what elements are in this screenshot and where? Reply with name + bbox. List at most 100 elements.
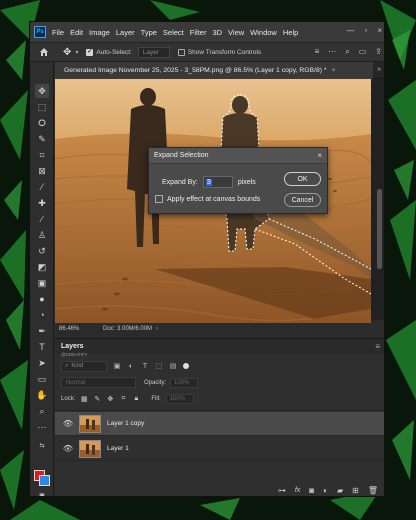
pixel-filter-icon[interactable]: ▣ [113, 362, 121, 370]
maximize-icon[interactable]: ▫ [364, 26, 367, 35]
options-bar: ✥ ▾ Auto-Select: Layer Show Transform Co… [30, 42, 384, 62]
background-color-swatch[interactable] [39, 475, 50, 486]
visibility-eye-icon[interactable]: 👁︎ [60, 444, 76, 453]
type-tool-icon[interactable]: T [35, 340, 49, 354]
search-icon[interactable]: ⌕ [345, 47, 349, 57]
crop-tool-icon[interactable]: ⌗ [35, 148, 49, 162]
opacity-input[interactable]: 100% [170, 377, 199, 388]
hand-tool-icon[interactable]: ✋ [35, 388, 49, 402]
menu-type[interactable]: Type [141, 28, 157, 37]
chevron-down-icon[interactable]: ▾ [75, 49, 78, 56]
blend-mode-dropdown[interactable]: Normal [61, 377, 136, 388]
minimize-icon[interactable]: — [346, 26, 354, 35]
dodge-tool-icon[interactable]: ◔ [35, 308, 49, 322]
search-icon: ⌕ [65, 362, 69, 369]
adjustment-filter-icon[interactable]: ◐ [127, 362, 135, 370]
shape-filter-icon[interactable]: ⬚ [155, 362, 163, 370]
visibility-eye-icon[interactable]: 👁︎ [60, 419, 76, 428]
clone-stamp-tool-icon[interactable]: ♙ [35, 228, 49, 242]
tabs-overflow-icon[interactable]: » [377, 66, 381, 73]
close-icon[interactable]: × [377, 26, 382, 35]
lock-artboard-icon[interactable]: ⌗ [119, 395, 127, 403]
layer-row[interactable]: 👁︎ Layer 1 [55, 437, 384, 461]
document-tab-title: Generated Image November 25, 2025 - 3_58… [64, 67, 327, 74]
eraser-tool-icon[interactable]: ◩ [35, 260, 49, 274]
ok-button[interactable]: OK [284, 172, 321, 186]
layer-name[interactable]: Layer 1 [107, 445, 129, 452]
menu-3d[interactable]: 3D [212, 28, 222, 37]
gradient-tool-icon[interactable]: ▣ [35, 276, 49, 290]
menu-layer[interactable]: Layer [116, 28, 135, 37]
add-mask-icon[interactable]: ◙ [309, 486, 314, 495]
history-brush-tool-icon[interactable]: ↺ [35, 244, 49, 258]
lock-all-icon[interactable]: 🔒︎ [132, 395, 140, 403]
move-tool-icon[interactable]: ✥ [63, 47, 71, 58]
auto-select-target-dropdown[interactable]: Layer [137, 46, 170, 58]
layers-panel-header: Layers ≡ [55, 339, 384, 354]
more-tools-icon[interactable]: ⋯ [35, 420, 49, 434]
layers-panel-title[interactable]: Layers [61, 343, 84, 350]
lock-transparent-icon[interactable]: ▦ [80, 395, 88, 403]
lasso-tool-icon[interactable]: ⵔ [35, 116, 49, 130]
path-selection-tool-icon[interactable]: ➤ [35, 356, 49, 370]
share-icon[interactable]: ⇪ [375, 47, 382, 57]
close-tab-icon[interactable]: × [332, 67, 336, 74]
layer-name[interactable]: Layer 1 copy [107, 420, 144, 427]
document-tab[interactable]: Generated Image November 25, 2025 - 3_58… [55, 62, 373, 79]
delete-layer-icon[interactable]: 🗑︎ [368, 486, 378, 495]
quick-mask-icon[interactable]: ◙ [35, 488, 49, 497]
distribute-icon[interactable]: ⋯ [328, 47, 336, 57]
fx-icon[interactable]: fx [295, 487, 300, 494]
panel-menu-icon[interactable]: ≡ [375, 342, 380, 351]
zoom-level[interactable]: 86.46% [59, 326, 95, 332]
new-layer-icon[interactable]: ⊞ [352, 486, 359, 495]
smart-object-filter-icon[interactable]: ▤ [169, 362, 177, 370]
quick-selection-tool-icon[interactable]: ✎ [35, 132, 49, 146]
kind-filter-dropdown[interactable]: ⌕ Kind [61, 360, 107, 372]
fill-input[interactable]: 100% [165, 394, 194, 404]
filter-toggle-icon[interactable] [183, 363, 189, 369]
rectangle-tool-icon[interactable]: ▭ [35, 372, 49, 386]
home-icon[interactable] [37, 45, 51, 59]
link-layers-icon[interactable]: ⊶ [278, 486, 286, 495]
layer-row[interactable]: 👁︎ Layer 1 copy [55, 412, 384, 436]
blur-tool-icon[interactable]: ● [35, 292, 49, 306]
expand-by-input[interactable]: 3 [202, 176, 233, 188]
align-icon[interactable]: ≡ [315, 47, 320, 57]
document-tabs: Generated Image November 25, 2025 - 3_58… [55, 62, 384, 79]
menu-filter[interactable]: Filter [190, 28, 207, 37]
healing-brush-tool-icon[interactable]: ✚ [35, 196, 49, 210]
lock-position-icon[interactable]: ✥ [106, 395, 114, 403]
menu-view[interactable]: View [228, 28, 244, 37]
canvas-bounds-label: Apply effect at canvas bounds [167, 195, 261, 203]
menu-image[interactable]: Image [89, 28, 110, 37]
auto-select-label: Auto-Select: [96, 48, 132, 56]
watermark-label: @CREATIFY [61, 352, 88, 357]
cancel-button[interactable]: Cancel [284, 193, 321, 207]
menu-edit[interactable]: Edit [70, 28, 83, 37]
auto-select-checkbox[interactable] [86, 48, 94, 56]
brush-tool-icon[interactable]: ∕ [35, 212, 49, 226]
marquee-tool-icon[interactable]: ⬚ [35, 100, 49, 114]
pen-tool-icon[interactable]: ✒ [35, 324, 49, 338]
new-group-icon[interactable]: ▰ [337, 486, 343, 495]
expand-by-value: 3 [205, 178, 212, 186]
type-filter-icon[interactable]: T [141, 362, 149, 370]
menu-select[interactable]: Select [163, 28, 184, 37]
canvas-bounds-checkbox[interactable] [155, 195, 163, 203]
workspace-icon[interactable]: ▭ [359, 47, 367, 57]
show-transform-controls-checkbox[interactable] [177, 48, 185, 56]
menu-file[interactable]: File [52, 28, 64, 37]
frame-tool-icon[interactable]: ⊠ [35, 164, 49, 178]
close-icon[interactable]: × [317, 151, 322, 160]
vertical-scrollbar[interactable] [377, 189, 382, 269]
zoom-tool-icon[interactable]: ⌕ [35, 404, 49, 418]
eyedropper-tool-icon[interactable]: ⁄ [35, 180, 49, 194]
menu-window[interactable]: Window [250, 28, 277, 37]
move-tool-icon[interactable]: ✥ [35, 84, 49, 98]
status-menu-icon[interactable]: › [156, 326, 158, 332]
menu-help[interactable]: Help [283, 28, 298, 37]
swap-colors-icon[interactable]: ⇆ [35, 438, 49, 452]
lock-image-icon[interactable]: ✎ [93, 395, 101, 403]
adjustment-layer-icon[interactable]: ◐ [323, 486, 328, 495]
